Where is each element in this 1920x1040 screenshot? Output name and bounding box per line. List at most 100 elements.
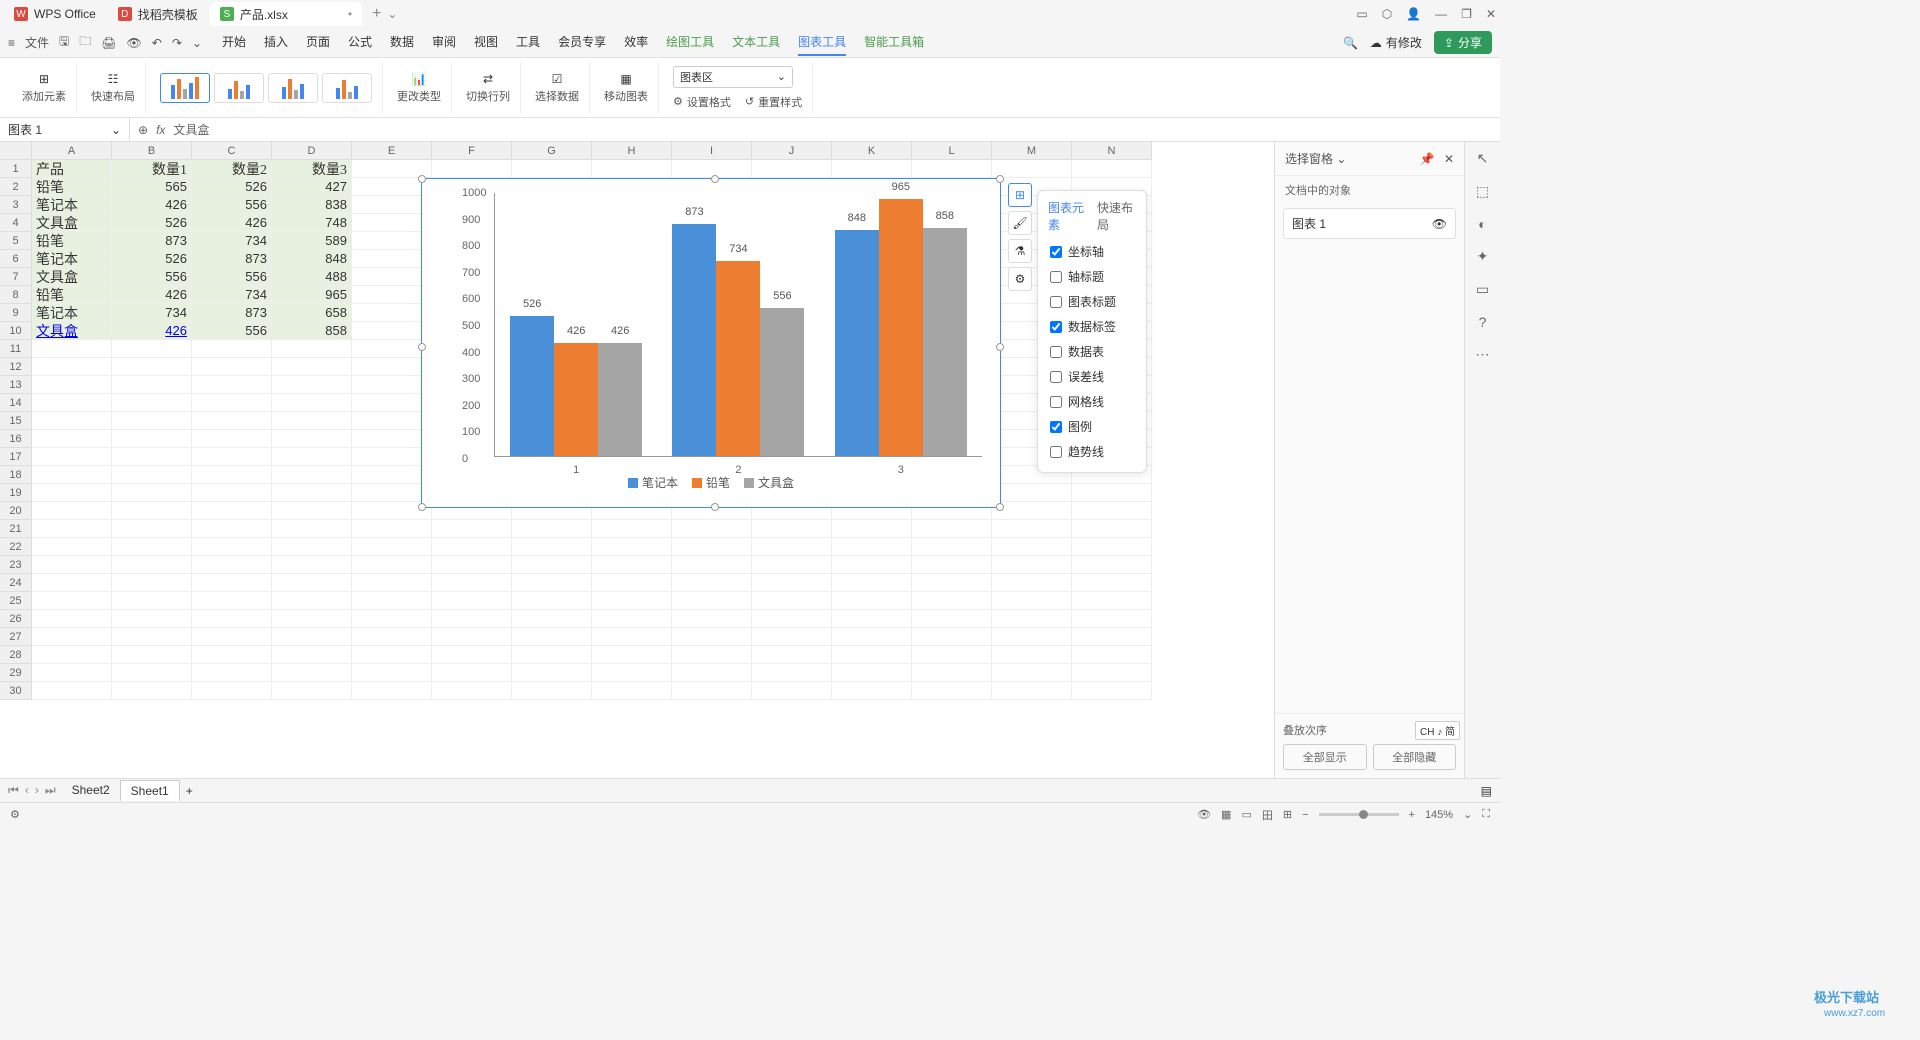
checkbox[interactable] (1050, 396, 1062, 408)
close-pane-icon[interactable]: ✕ (1444, 152, 1454, 166)
cell[interactable] (192, 538, 272, 556)
chart-bar[interactable]: 526 (510, 316, 554, 456)
tool-icon-4[interactable]: ▭ (1476, 281, 1489, 298)
col-header[interactable]: N (1072, 142, 1152, 160)
popup-checkbox-item[interactable]: 坐标轴 (1038, 239, 1146, 264)
cell[interactable] (672, 664, 752, 682)
menu-tab-文本工具[interactable]: 文本工具 (732, 29, 780, 56)
cell[interactable]: 文具盒 (32, 214, 112, 232)
fullscreen-icon[interactable]: ⛶ (1482, 808, 1490, 821)
add-sheet-button[interactable]: + (186, 784, 193, 798)
cell[interactable] (32, 682, 112, 700)
col-header[interactable]: D (272, 142, 352, 160)
row-header[interactable]: 13 (0, 376, 32, 394)
cell[interactable] (832, 610, 912, 628)
cell[interactable] (992, 556, 1072, 574)
cell[interactable] (672, 538, 752, 556)
cell[interactable] (752, 628, 832, 646)
cell[interactable] (272, 394, 352, 412)
cell[interactable] (512, 520, 592, 538)
cell[interactable] (1072, 520, 1152, 538)
zoom-level[interactable]: 145% (1425, 809, 1453, 821)
row-header[interactable]: 9 (0, 304, 32, 322)
col-header[interactable]: A (32, 142, 112, 160)
cell[interactable] (352, 682, 432, 700)
switch-rowcol-button[interactable]: 切换行列 (466, 88, 510, 104)
cell[interactable] (832, 538, 912, 556)
row-header[interactable]: 23 (0, 556, 32, 574)
cell[interactable] (352, 430, 432, 448)
cell[interactable] (672, 682, 752, 700)
cell[interactable] (672, 556, 752, 574)
cell[interactable] (912, 520, 992, 538)
cell[interactable] (352, 574, 432, 592)
cell[interactable] (912, 592, 992, 610)
cell[interactable] (192, 394, 272, 412)
cell[interactable]: 589 (272, 232, 352, 250)
redo-icon[interactable]: ↷ (172, 36, 182, 50)
col-header[interactable]: J (752, 142, 832, 160)
cell[interactable] (752, 160, 832, 178)
cell[interactable]: 笔记本 (32, 304, 112, 322)
view-icon-1[interactable]: 👁 (1197, 808, 1211, 821)
cell[interactable] (32, 502, 112, 520)
menu-tab-智能工具箱[interactable]: 智能工具箱 (864, 29, 924, 56)
chart-bar[interactable]: 873 (672, 224, 716, 456)
cell[interactable] (752, 664, 832, 682)
cell[interactable] (272, 610, 352, 628)
popup-checkbox-item[interactable]: 轴标题 (1038, 264, 1146, 289)
file-tab[interactable]: S 产品.xlsx • (210, 2, 362, 26)
row-header[interactable]: 5 (0, 232, 32, 250)
cell[interactable] (752, 610, 832, 628)
minimize-button[interactable]: — (1435, 7, 1447, 21)
cell[interactable] (272, 466, 352, 484)
cell[interactable] (32, 664, 112, 682)
cell[interactable] (32, 538, 112, 556)
cell[interactable] (112, 376, 192, 394)
chart-elements-button[interactable]: ⊞ (1008, 183, 1032, 207)
cell[interactable] (752, 556, 832, 574)
cell[interactable] (912, 664, 992, 682)
cell[interactable] (592, 664, 672, 682)
chevron-down-icon[interactable]: ⌄ (1336, 152, 1346, 166)
view-normal[interactable]: ▭ (1241, 808, 1251, 821)
change-type-icon[interactable]: 📊 (412, 72, 427, 86)
view-icon-2[interactable]: ▦ (1221, 808, 1231, 821)
cell[interactable] (912, 646, 992, 664)
checkbox[interactable] (1050, 371, 1062, 383)
row-header[interactable]: 24 (0, 574, 32, 592)
zoom-out-button[interactable]: − (1302, 809, 1308, 821)
share-button[interactable]: ⇪分享 (1434, 31, 1492, 54)
cell[interactable] (192, 574, 272, 592)
cell[interactable] (192, 412, 272, 430)
sheet-tab[interactable]: Sheet2 (62, 780, 120, 801)
cell[interactable] (112, 538, 192, 556)
cell[interactable] (512, 592, 592, 610)
cell[interactable]: 556 (112, 268, 192, 286)
cell[interactable] (112, 412, 192, 430)
cell[interactable]: 965 (272, 286, 352, 304)
cell[interactable] (112, 340, 192, 358)
row-header[interactable]: 14 (0, 394, 32, 412)
save-icon[interactable]: 🖫 (59, 32, 69, 53)
row-header[interactable]: 3 (0, 196, 32, 214)
cell[interactable] (112, 592, 192, 610)
row-header[interactable]: 16 (0, 430, 32, 448)
pane-object-item[interactable]: 图表 1 👁 (1283, 208, 1456, 239)
cell[interactable] (992, 592, 1072, 610)
cell[interactable] (832, 664, 912, 682)
formula-bar[interactable]: 文具盒 (173, 121, 209, 138)
select-data-button[interactable]: 选择数据 (535, 88, 579, 104)
cell[interactable] (1072, 628, 1152, 646)
cell[interactable] (192, 556, 272, 574)
cell[interactable]: 笔记本 (32, 250, 112, 268)
quick-layout-button[interactable]: 快速布局 (91, 88, 135, 104)
pin-icon[interactable]: 📌 (1420, 152, 1435, 166)
cell[interactable] (32, 430, 112, 448)
cell[interactable] (32, 592, 112, 610)
cell[interactable]: 658 (272, 304, 352, 322)
cell[interactable]: 734 (112, 304, 192, 322)
cell[interactable]: 数量2 (192, 160, 272, 178)
checkbox[interactable] (1050, 421, 1062, 433)
expand-icon[interactable]: ⊕ (138, 123, 148, 137)
